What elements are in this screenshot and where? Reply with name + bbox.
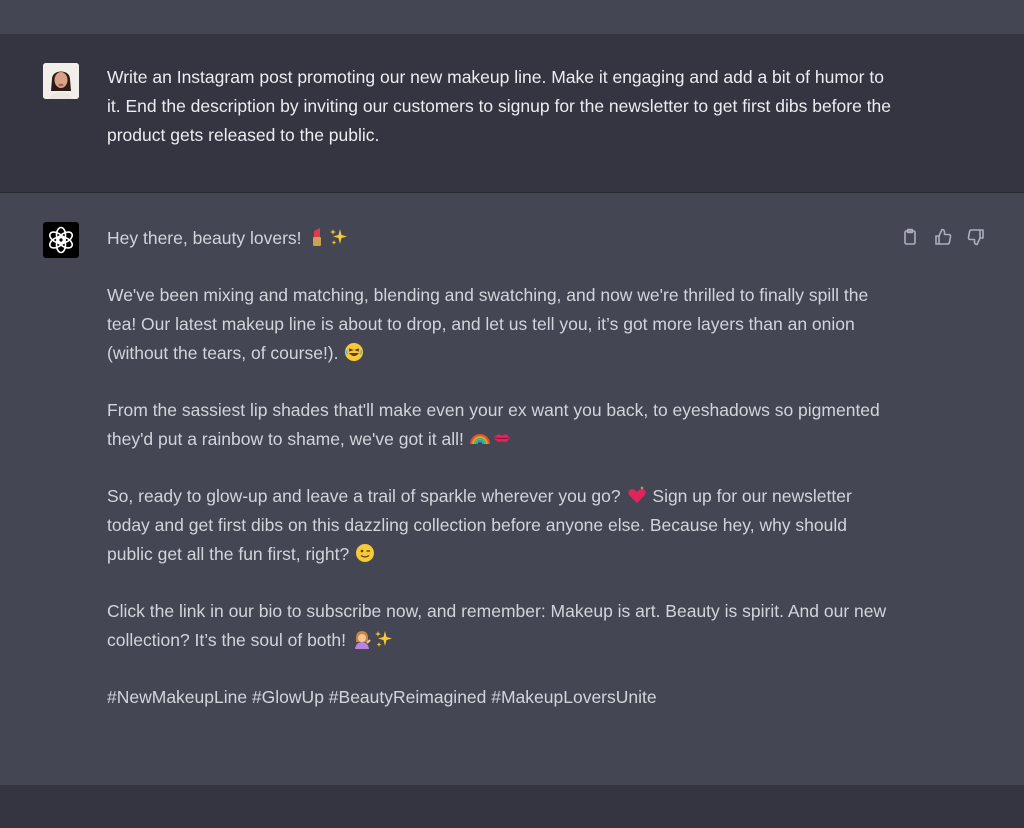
bottom-band [0, 785, 1024, 828]
intro-text: We've been mixing and matching, blending… [107, 285, 874, 363]
sparkles-emoji-icon [330, 229, 348, 245]
thumbs-down-icon[interactable] [966, 227, 986, 247]
lipstick-emoji-icon [313, 228, 322, 246]
paragraph-greeting: Hey there, beauty lovers! [107, 224, 897, 253]
user-avatar [43, 63, 79, 99]
greeting-text: Hey there, beauty lovers! [107, 228, 302, 248]
user-message-text: Write an Instagram post promoting our ne… [107, 67, 892, 145]
signup-question-text: So, ready to glow-up and leave a trail o… [107, 486, 621, 506]
rainbow-emoji-icon [469, 434, 490, 445]
paragraph-closing: Click the link in our bio to subscribe n… [107, 597, 897, 655]
winking-face-emoji-icon [356, 544, 375, 562]
openai-logo-icon [43, 222, 79, 258]
thumbs-up-icon[interactable] [933, 227, 953, 247]
hashtags-text: #NewMakeupLine #GlowUp #BeautyReimagined… [107, 687, 657, 707]
top-band [0, 0, 1024, 34]
paragraph-signup: So, ready to glow-up and leave a trail o… [107, 482, 897, 569]
paragraph-intro: We've been mixing and matching, blending… [107, 281, 897, 368]
message-actions [900, 227, 992, 247]
paragraph-hashtags: #NewMakeupLine #GlowUp #BeautyReimagined… [107, 683, 897, 712]
closing-text: Click the link in our bio to subscribe n… [107, 601, 891, 650]
clipboard-icon[interactable] [900, 227, 920, 247]
kiss-mark-emoji-icon [493, 434, 510, 442]
laughing-face-emoji-icon [345, 343, 364, 361]
sparkles-emoji-icon [374, 631, 392, 647]
paragraph-products: From the sassiest lip shades that'll mak… [107, 396, 897, 454]
sparkling-heart-emoji-icon [627, 486, 646, 503]
assistant-message-text: Hey there, beauty lovers! We've been mix… [107, 224, 897, 740]
person-tipping-hand-emoji-icon [354, 631, 371, 649]
